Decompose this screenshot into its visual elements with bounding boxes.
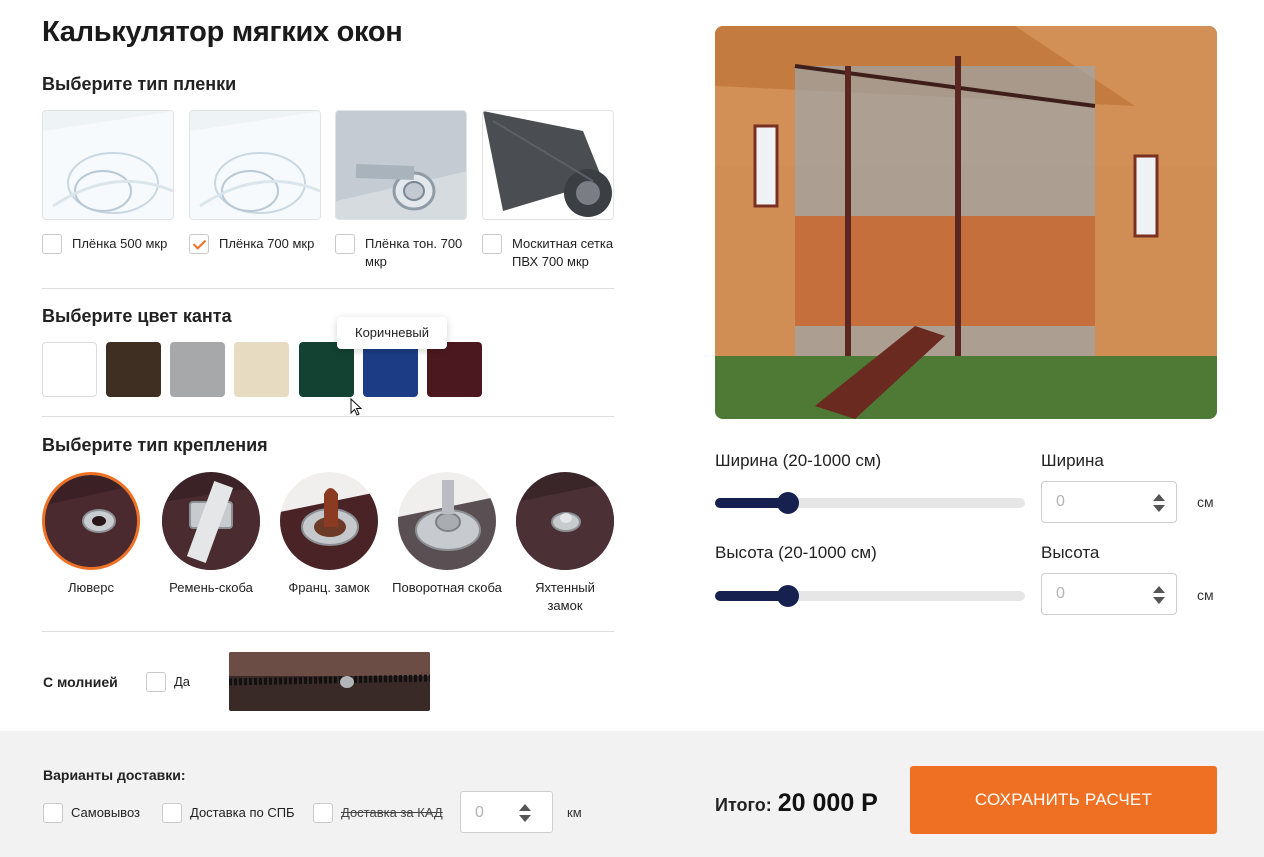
film-mosquito-label: Москитная сетка ПВХ 700 мкр	[512, 236, 614, 269]
spb-checkbox[interactable]	[162, 803, 182, 823]
spb-label: Доставка по СПБ	[190, 805, 295, 820]
width-input[interactable]: 0	[1041, 481, 1177, 523]
mount-section-title: Выберите тип крепления	[42, 435, 268, 455]
mosquito-net-image[interactable]	[482, 110, 614, 220]
height-slider-thumb[interactable]	[777, 585, 799, 607]
film-tinted-checkbox[interactable]	[335, 234, 355, 254]
film-option-700[interactable]: Плёнка 700 мкр	[189, 234, 314, 254]
clear-film-roll-image	[43, 111, 173, 219]
color-swatch-green[interactable]	[299, 342, 354, 397]
width-slider-thumb[interactable]	[777, 492, 799, 514]
total-value: 20 000 Р	[777, 789, 878, 817]
divider	[42, 288, 614, 289]
house-porch-photo	[715, 26, 1217, 419]
height-input-placeholder: 0	[1056, 585, 1065, 602]
film-option-mosquito[interactable]: Москитная сетка ПВХ 700 мкр	[482, 234, 622, 271]
rotary-clip-image	[398, 472, 496, 570]
film-700-image[interactable]	[189, 110, 321, 220]
zipper-photo	[229, 652, 430, 711]
pickup-label: Самовывоз	[71, 805, 140, 820]
mount-grommet[interactable]	[42, 472, 140, 570]
total-label: Итого:	[715, 795, 772, 815]
film-700-checkbox[interactable]	[189, 234, 209, 254]
color-swatch-brown[interactable]	[106, 342, 161, 397]
divider	[42, 631, 614, 632]
width-input-placeholder: 0	[1056, 493, 1065, 510]
width-unit: см	[1197, 494, 1214, 510]
mount-french-lock-label: Франц. замок	[288, 580, 370, 595]
delivery-option-spb[interactable]: Доставка по СПБ	[162, 803, 295, 823]
height-input[interactable]: 0	[1041, 573, 1177, 615]
kad-checkbox[interactable]	[313, 803, 333, 823]
delivery-option-pickup[interactable]: Самовывоз	[43, 803, 140, 823]
zipper-label: С молнией	[43, 674, 118, 690]
save-calculation-button[interactable]: СОХРАНИТЬ РАСЧЕТ	[910, 766, 1217, 834]
height-slider[interactable]	[715, 585, 1025, 607]
mount-strap-label: Ремень-скоба	[169, 580, 253, 595]
zipper-checkbox[interactable]	[146, 672, 166, 692]
km-unit: км	[567, 805, 582, 820]
film-mosquito-checkbox[interactable]	[482, 234, 502, 254]
height-stepper-icon[interactable]	[1152, 584, 1166, 606]
mount-grommet-label: Люверс	[67, 580, 114, 595]
zipper-image	[229, 652, 430, 711]
french-lock-image	[280, 472, 378, 570]
divider	[42, 416, 614, 417]
km-stepper-icon[interactable]	[518, 802, 532, 824]
pickup-checkbox[interactable]	[43, 803, 63, 823]
film-500-checkbox[interactable]	[42, 234, 62, 254]
delivery-title: Варианты доставки:	[43, 767, 186, 783]
delivery-option-kad[interactable]: Доставка за КАД	[313, 803, 443, 823]
total: Итого: 20 000 Р	[715, 789, 878, 818]
film-section-title: Выберите тип пленки	[42, 74, 237, 94]
film-700-label: Плёнка 700 мкр	[219, 236, 315, 251]
width-stepper-icon[interactable]	[1152, 492, 1166, 514]
color-swatch-gray[interactable]	[170, 342, 225, 397]
color-swatch-burgundy[interactable]	[427, 342, 482, 397]
width-field-label: Ширина	[1041, 451, 1104, 470]
kad-label: Доставка за КАД	[341, 805, 443, 820]
mount-yacht-lock-label: Яхтенный замок	[535, 580, 595, 613]
film-option-500[interactable]: Плёнка 500 мкр	[42, 234, 167, 254]
film-tinted-label: Плёнка тон. 700 мкр	[365, 236, 463, 269]
product-photo	[715, 26, 1217, 419]
page-title: Калькулятор мягких окон	[42, 16, 403, 48]
width-slider-label: Ширина (20-1000 см)	[715, 451, 882, 470]
color-section-title: Выберите цвет канта	[42, 306, 232, 326]
mount-rotary-clip[interactable]	[398, 472, 496, 570]
height-unit: см	[1197, 587, 1214, 603]
color-tooltip: Коричневый	[337, 317, 447, 349]
clear-film-roll-image	[190, 111, 320, 219]
mount-french-lock[interactable]	[280, 472, 378, 570]
color-swatch-beige[interactable]	[234, 342, 289, 397]
width-slider[interactable]	[715, 492, 1025, 514]
height-slider-label: Высота (20-1000 см)	[715, 543, 877, 562]
mount-yacht-lock[interactable]	[516, 472, 614, 570]
grommet-image	[45, 475, 137, 567]
color-swatch-blue[interactable]	[363, 342, 418, 397]
strap-buckle-image	[162, 472, 260, 570]
film-500-label: Плёнка 500 мкр	[72, 236, 168, 251]
film-option-tinted[interactable]: Плёнка тон. 700 мкр	[335, 234, 475, 271]
tinted-film-roll-image	[336, 111, 466, 219]
zipper-option[interactable]: Да	[146, 672, 190, 692]
height-field-label: Высота	[1041, 543, 1100, 562]
yacht-lock-image	[516, 472, 614, 570]
film-tinted-image[interactable]	[335, 110, 467, 220]
color-swatch-white[interactable]	[42, 342, 97, 397]
mouse-cursor-icon	[350, 398, 363, 416]
zipper-checkbox-label: Да	[174, 674, 191, 689]
mount-strap[interactable]	[162, 472, 260, 570]
km-input-placeholder: 0	[475, 804, 484, 821]
km-input[interactable]: 0	[460, 791, 553, 833]
film-500-image[interactable]	[42, 110, 174, 220]
mosquito-net-roll-image	[483, 111, 613, 219]
mount-rotary-clip-label: Поворотная скоба	[392, 580, 502, 595]
